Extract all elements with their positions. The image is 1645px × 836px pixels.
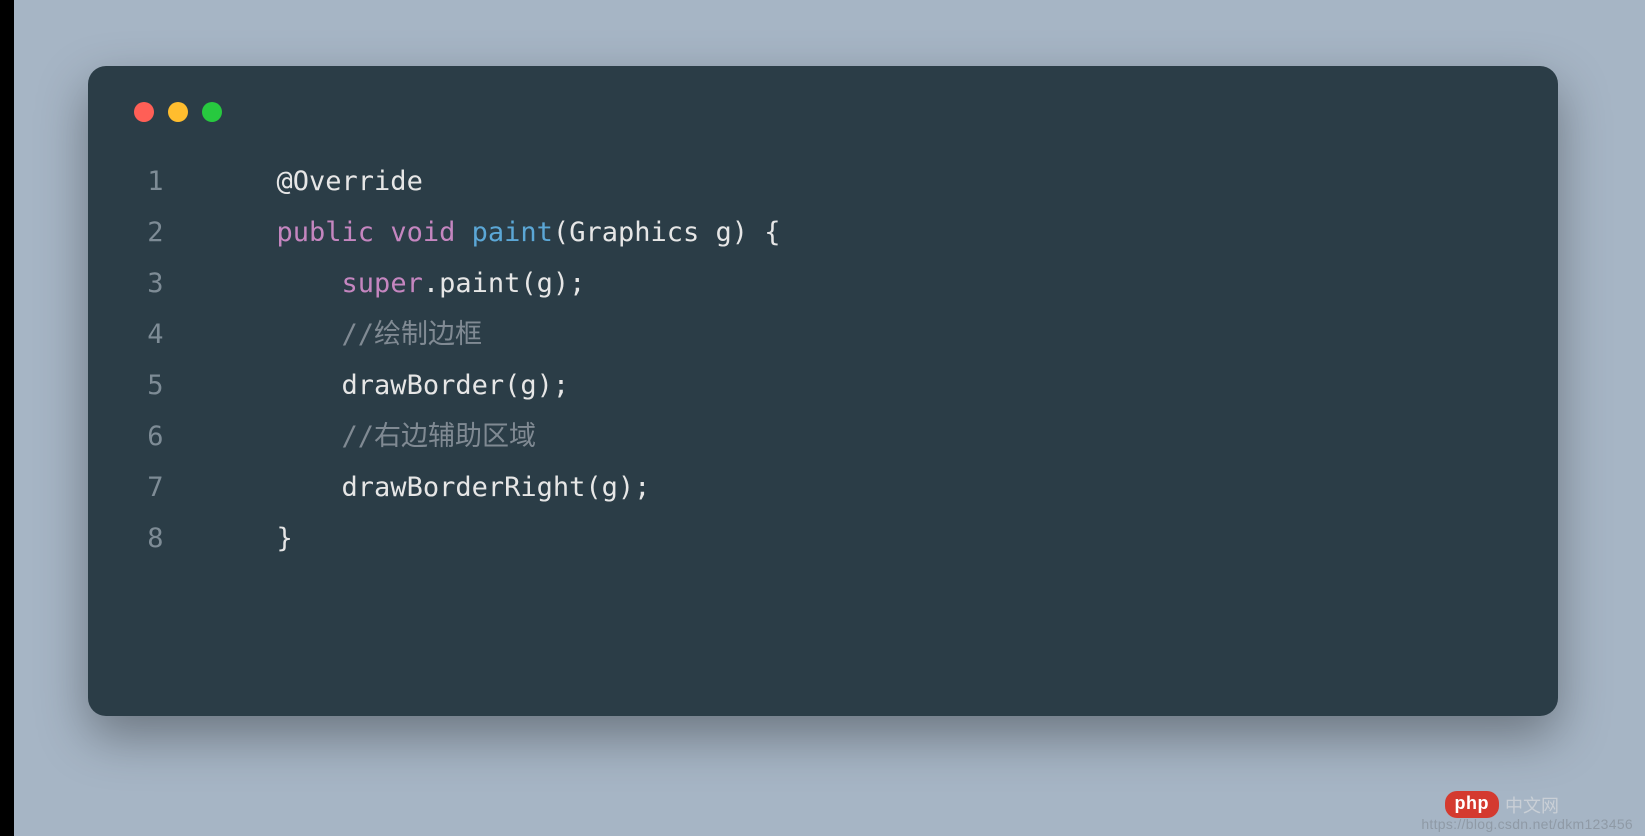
code-line: 1 @Override [132, 156, 1514, 207]
line-content: public void paint(Graphics g) { [212, 207, 781, 258]
code-line: 7 drawBorderRight(g); [132, 462, 1514, 513]
minimize-dot-icon [168, 102, 188, 122]
line-number: 2 [132, 207, 212, 258]
zoom-dot-icon [202, 102, 222, 122]
code-card: 1 @Override2 public void paint(Graphics … [88, 66, 1558, 716]
line-number: 8 [132, 513, 212, 564]
line-number: 6 [132, 411, 212, 462]
line-number: 4 [132, 309, 212, 360]
code-line: 8 } [132, 513, 1514, 564]
code-line: 4 //绘制边框 [132, 309, 1514, 360]
code-line: 6 //右边辅助区域 [132, 411, 1514, 462]
line-number: 5 [132, 360, 212, 411]
line-number: 3 [132, 258, 212, 309]
line-number: 7 [132, 462, 212, 513]
window-controls [134, 102, 1514, 122]
left-black-edge [0, 0, 14, 836]
watermark-url: https://blog.csdn.net/dkm123456 [1421, 816, 1633, 832]
watermark-label: 中文网 [1505, 792, 1559, 818]
line-content: } [212, 513, 293, 564]
watermark-badge: php 中文网 [1445, 791, 1560, 818]
line-content: //绘制边框 [212, 309, 483, 360]
line-content: @Override [212, 156, 423, 207]
code-block: 1 @Override2 public void paint(Graphics … [132, 156, 1514, 564]
code-line: 2 public void paint(Graphics g) { [132, 207, 1514, 258]
line-content: drawBorder(g); [212, 360, 570, 411]
code-line: 5 drawBorder(g); [132, 360, 1514, 411]
line-content: super.paint(g); [212, 258, 586, 309]
close-dot-icon [134, 102, 154, 122]
line-content: drawBorderRight(g); [212, 462, 651, 513]
php-badge-icon: php [1445, 791, 1500, 818]
line-content: //右边辅助区域 [212, 411, 537, 462]
code-line: 3 super.paint(g); [132, 258, 1514, 309]
line-number: 1 [132, 156, 212, 207]
